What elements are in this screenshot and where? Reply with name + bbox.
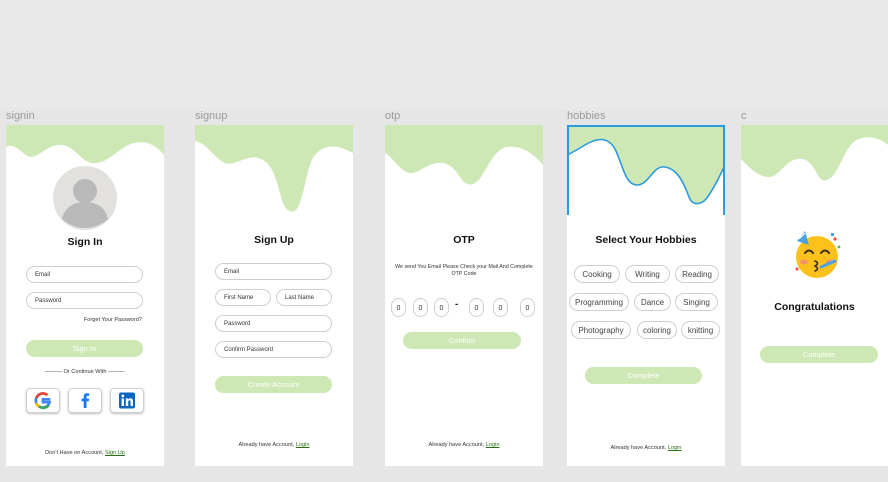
hobby-chip-dance[interactable]: Dance <box>634 293 671 311</box>
signin-frame: Sign In Email Password Forget Your Passw… <box>6 125 164 466</box>
party-emoji-art <box>795 231 841 278</box>
hobby-chip-singing[interactable]: Singing <box>675 293 718 311</box>
page-title: Congratulations <box>774 301 855 313</box>
header-wave <box>741 125 888 181</box>
frame-label-congrats[interactable]: c <box>741 110 747 122</box>
password-field[interactable]: Password <box>215 315 332 332</box>
linkedin-button[interactable] <box>110 388 144 413</box>
otp-footer: Already have Account, Login <box>385 442 543 448</box>
otp-digit-5[interactable]: 0 <box>493 298 508 317</box>
footer-text: Don't Have on Account, <box>45 450 104 456</box>
or-continue-divider: ——— Or Continue With ——— <box>45 369 125 375</box>
footer-text: Already have Account, <box>610 445 667 451</box>
otp-digit-6[interactable]: 0 <box>520 298 535 317</box>
otp-digit-4[interactable]: 0 <box>469 298 484 317</box>
otp-digit-1[interactable]: 0 <box>391 298 406 317</box>
hobby-chip-coloring[interactable]: coloring <box>637 321 677 339</box>
facebook-button[interactable] <box>68 388 102 413</box>
canvas-top-area <box>0 0 888 110</box>
forgot-password-link[interactable]: Forget Your Password? <box>84 317 142 323</box>
frame-label-otp[interactable]: otp <box>385 110 400 122</box>
otp-frame: OTP We send You Email Please Check your … <box>385 125 543 466</box>
sign-up-link[interactable]: Sign Up <box>105 450 125 456</box>
login-link[interactable]: Login <box>296 442 310 448</box>
login-link[interactable]: Login <box>486 442 500 448</box>
hobbies-frame: Select Your Hobbies Cooking Writing Read… <box>567 125 725 466</box>
google-button[interactable] <box>26 388 60 413</box>
footer-text: Already have Account, <box>238 442 295 448</box>
page-title: Sign Up <box>254 234 294 246</box>
page-title: OTP <box>453 234 475 246</box>
facebook-icon <box>81 393 90 408</box>
confirm-password-field[interactable]: Confirm Password <box>215 341 332 358</box>
google-icon <box>34 392 52 410</box>
header-wave <box>195 125 353 212</box>
first-name-field[interactable]: First Name <box>215 289 271 306</box>
header-wave <box>385 125 543 185</box>
otp-digit-3[interactable]: 0 <box>434 298 449 317</box>
signup-footer: Already have Account, Login <box>195 442 353 448</box>
party-face-icon <box>791 229 843 281</box>
signup-frame: Sign Up Email First Name Last Name Passw… <box>195 125 353 466</box>
last-name-field[interactable]: Last Name <box>276 289 332 306</box>
frame-label-signin[interactable]: signin <box>6 110 35 122</box>
email-field[interactable]: Email <box>26 266 143 283</box>
hobby-chip-programming[interactable]: Programming <box>569 293 629 311</box>
hobby-chip-knitting[interactable]: knitting <box>681 321 720 339</box>
user-avatar-icon <box>62 179 108 228</box>
otp-digit-2[interactable]: 0 <box>413 298 428 317</box>
complete-button[interactable]: Complete <box>585 367 702 384</box>
signin-footer: Don't Have on Account, Sign Up <box>6 450 164 456</box>
otp-message: We send You Email Please Check your Mail… <box>395 264 533 277</box>
footer-text: Already have Account, <box>428 442 485 448</box>
otp-separator: - <box>455 299 459 310</box>
password-field[interactable]: Password <box>26 292 143 309</box>
complete-button[interactable]: Complete <box>760 346 878 363</box>
hobby-chip-writing[interactable]: Writing <box>625 265 670 283</box>
hobbies-footer: Already have Account, Login <box>567 445 725 451</box>
page-title: Select Your Hobbies <box>595 234 697 246</box>
linkedin-icon <box>119 392 135 409</box>
email-field[interactable]: Email <box>215 263 332 280</box>
hobby-chip-cooking[interactable]: Cooking <box>574 265 620 283</box>
avatar <box>53 166 117 230</box>
selection-outline <box>567 125 725 215</box>
sign-in-button[interactable]: Sign In <box>26 340 143 357</box>
frame-label-hobbies[interactable]: hobbies <box>567 110 606 122</box>
hobby-chip-photography[interactable]: Photography <box>571 321 631 339</box>
login-link[interactable]: Login <box>668 445 682 451</box>
create-account-button[interactable]: Create Account <box>215 376 332 393</box>
frame-label-signup[interactable]: signup <box>195 110 227 122</box>
page-title: Sign In <box>67 236 103 248</box>
congrats-frame: Congratulations Complete <box>741 125 888 466</box>
confirm-button[interactable]: Confirm <box>403 332 521 349</box>
hobby-chip-reading[interactable]: Reading <box>675 265 719 283</box>
